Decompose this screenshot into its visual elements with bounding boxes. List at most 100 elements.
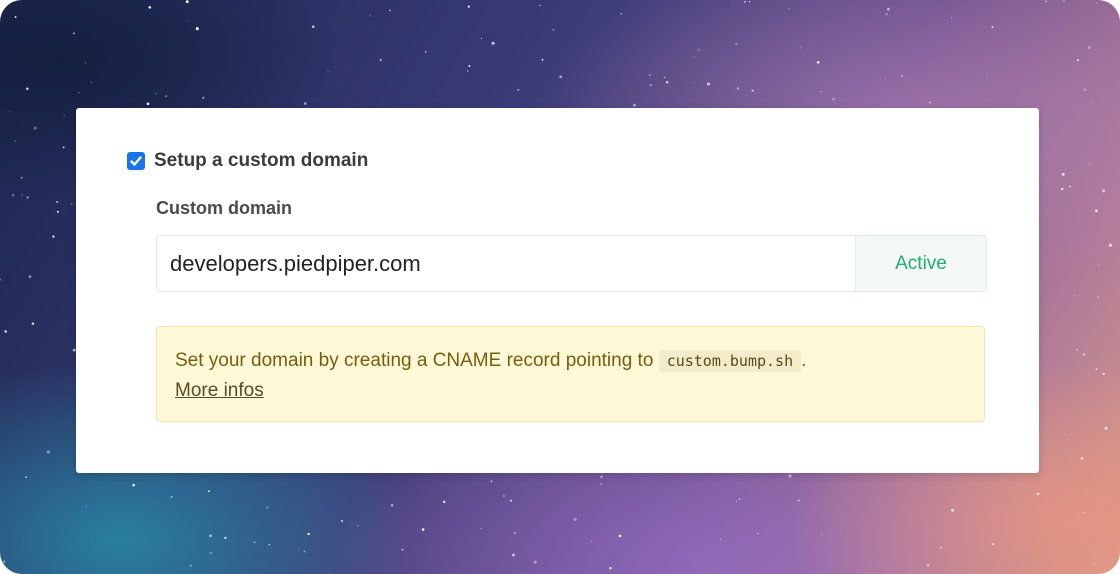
custom-domain-label: Custom domain bbox=[156, 198, 293, 218]
star bbox=[832, 97, 835, 101]
star bbox=[21, 194, 23, 196]
star bbox=[951, 17, 953, 19]
star bbox=[1088, 163, 1090, 165]
star bbox=[25, 476, 27, 478]
star bbox=[11, 194, 15, 197]
star bbox=[751, 89, 754, 92]
star bbox=[84, 62, 87, 64]
star bbox=[1083, 353, 1086, 356]
star bbox=[600, 475, 604, 479]
star bbox=[401, 548, 404, 551]
star bbox=[648, 74, 651, 77]
custom-domain-checkbox[interactable] bbox=[127, 152, 145, 170]
star bbox=[797, 499, 800, 502]
star bbox=[466, 70, 469, 72]
star bbox=[369, 15, 371, 17]
custom-domain-checkbox-row[interactable]: Setup a custom domain bbox=[127, 150, 368, 172]
star bbox=[62, 146, 65, 149]
cname-notice: Set your domain by creating a CNAME reco… bbox=[156, 326, 985, 422]
star bbox=[788, 474, 792, 478]
star bbox=[986, 73, 988, 75]
custom-domain-field: Active bbox=[156, 235, 987, 292]
star bbox=[929, 101, 931, 104]
star bbox=[185, 0, 189, 4]
star bbox=[71, 203, 73, 205]
star bbox=[821, 534, 823, 536]
star bbox=[327, 70, 329, 72]
star bbox=[1087, 46, 1091, 49]
star bbox=[26, 196, 29, 199]
star bbox=[480, 527, 482, 530]
star bbox=[56, 201, 58, 203]
star bbox=[816, 60, 820, 64]
star bbox=[552, 29, 555, 31]
star bbox=[665, 81, 669, 84]
star bbox=[1095, 209, 1098, 213]
star bbox=[20, 176, 23, 179]
star bbox=[559, 75, 563, 79]
star bbox=[1077, 59, 1079, 62]
star bbox=[424, 50, 427, 53]
star bbox=[195, 27, 199, 31]
star bbox=[52, 235, 55, 238]
star bbox=[253, 541, 256, 544]
star bbox=[303, 102, 307, 105]
star bbox=[73, 32, 75, 35]
star bbox=[1104, 426, 1108, 430]
star bbox=[4, 330, 8, 333]
star bbox=[600, 483, 602, 485]
custom-domain-input[interactable] bbox=[157, 236, 855, 291]
star bbox=[357, 525, 359, 527]
star bbox=[735, 501, 738, 503]
star bbox=[266, 506, 269, 509]
star bbox=[1036, 492, 1040, 496]
star bbox=[951, 508, 954, 512]
star bbox=[698, 48, 700, 51]
star bbox=[491, 41, 495, 45]
star bbox=[268, 543, 270, 546]
more-infos-link[interactable]: More infos bbox=[175, 380, 264, 401]
star bbox=[389, 9, 391, 12]
star bbox=[1083, 88, 1087, 91]
star bbox=[732, 3, 734, 5]
star bbox=[992, 543, 995, 545]
star bbox=[132, 483, 136, 487]
star bbox=[7, 110, 9, 112]
star bbox=[224, 536, 227, 540]
star bbox=[46, 450, 50, 454]
star bbox=[146, 102, 150, 106]
star bbox=[1095, 2, 1098, 4]
star bbox=[1102, 372, 1105, 376]
star bbox=[884, 77, 887, 79]
star bbox=[1093, 563, 1096, 566]
star bbox=[165, 95, 168, 97]
star bbox=[736, 87, 740, 90]
star bbox=[541, 58, 544, 61]
star bbox=[1060, 187, 1064, 191]
star bbox=[155, 93, 157, 95]
star bbox=[1098, 264, 1100, 266]
star bbox=[693, 56, 695, 58]
star bbox=[738, 498, 741, 500]
star bbox=[539, 4, 541, 6]
star bbox=[340, 519, 344, 523]
star bbox=[0, 278, 2, 281]
star bbox=[31, 322, 35, 325]
star bbox=[509, 499, 513, 502]
star bbox=[298, 548, 300, 550]
star bbox=[649, 84, 652, 87]
star bbox=[940, 546, 942, 549]
star bbox=[820, 91, 822, 93]
star bbox=[1063, 433, 1065, 435]
star bbox=[201, 96, 205, 100]
star bbox=[188, 21, 190, 22]
star bbox=[207, 490, 211, 493]
check-icon bbox=[130, 156, 142, 166]
star bbox=[14, 140, 16, 142]
star bbox=[1095, 368, 1098, 371]
star bbox=[1108, 243, 1113, 247]
custom-domain-checkbox-label: Setup a custom domain bbox=[154, 150, 369, 171]
star bbox=[390, 504, 394, 507]
star bbox=[1091, 101, 1093, 103]
star bbox=[1061, 172, 1065, 176]
